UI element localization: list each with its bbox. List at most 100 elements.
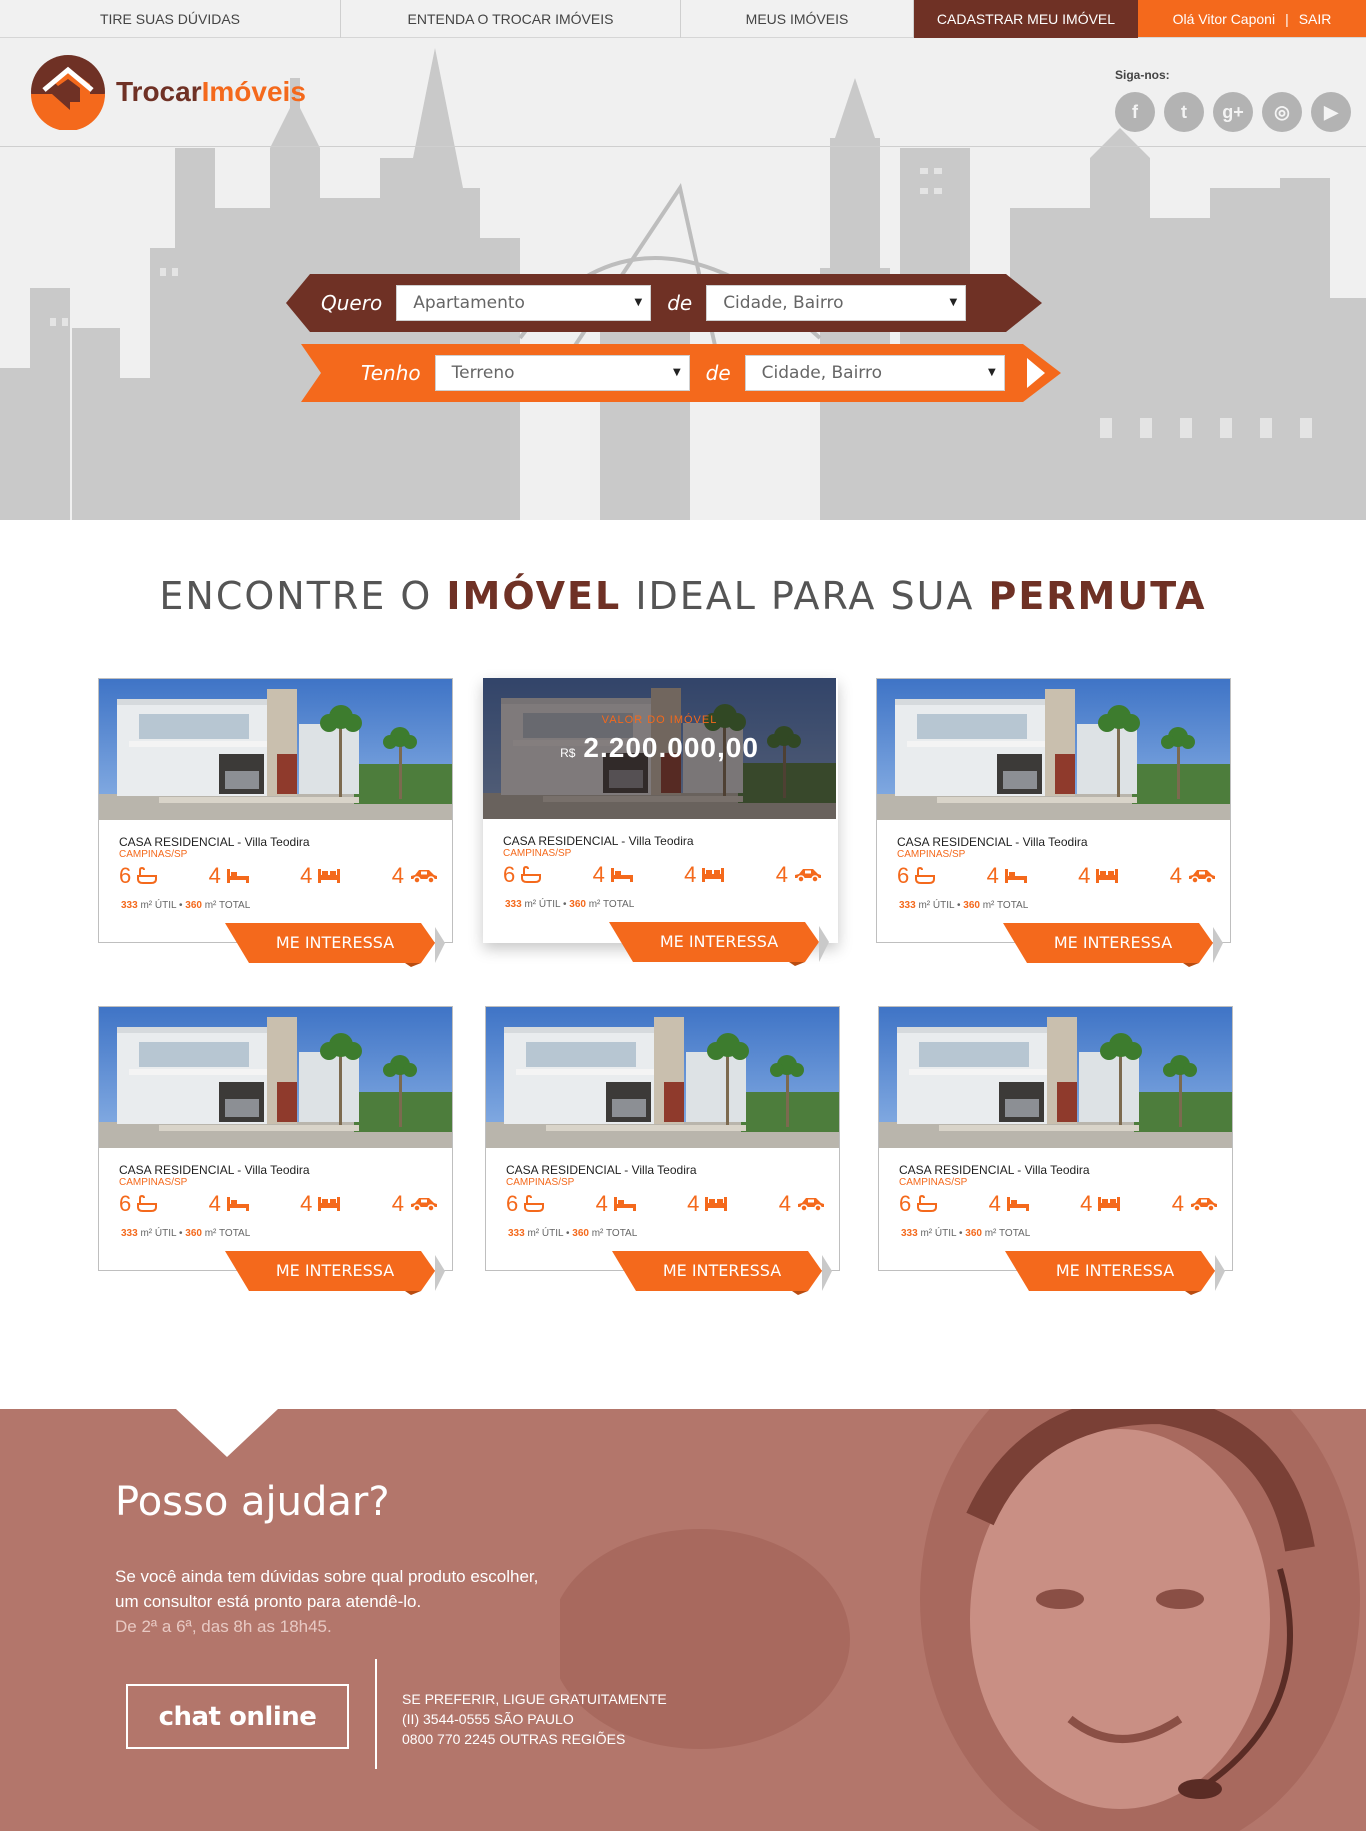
help-section: Posso ajudar? Se você ainda tem dúvidas …: [0, 1409, 1366, 1831]
property-title[interactable]: CASA RESIDENCIAL - Villa Teodira: [119, 1163, 310, 1177]
user-menu: Olá Vitor Caponi | SAIR: [1138, 0, 1366, 37]
top-navigation: TIRE SUAS DÚVIDAS ENTENDA O TROCAR IMÓVE…: [0, 0, 1366, 38]
chevron-down-icon: ▼: [672, 367, 681, 378]
single-bed-icon: [1006, 1197, 1029, 1211]
property-card[interactable]: CASA RESIDENCIAL - Villa Teodira CAMPINA…: [878, 1006, 1233, 1295]
instagram-icon[interactable]: ◎: [1262, 92, 1302, 132]
want-type-value: Apartamento: [413, 293, 525, 313]
area-total-unit: m² TOTAL: [201, 900, 251, 911]
property-specs: 6 4 4 4: [503, 862, 823, 888]
brand-name: TrocarImóveis: [116, 76, 306, 108]
single-bed-icon: [610, 868, 633, 882]
property-title[interactable]: CASA RESIDENCIAL - Villa Teodira: [503, 834, 694, 848]
brand-name-part2: Imóveis: [201, 76, 306, 107]
rooms-count: 4: [208, 1191, 221, 1216]
help-title: Posso ajudar?: [115, 1479, 390, 1525]
spec-bedrooms: 4: [1078, 863, 1119, 889]
double-bed-icon: [705, 1197, 728, 1211]
property-photo[interactable]: [99, 1007, 452, 1148]
phone-other-regions[interactable]: 0800 770 2245 OUTRAS REGIÕES: [402, 1731, 625, 1747]
spec-bathrooms: 6: [119, 863, 158, 889]
property-card[interactable]: CASA RESIDENCIAL - Villa Teodira CAMPINA…: [876, 678, 1231, 967]
property-card[interactable]: CASA RESIDENCIAL - Villa Teodira CAMPINA…: [485, 1006, 840, 1295]
have-location-select[interactable]: Cidade, Bairro ▼: [744, 355, 1005, 391]
chat-online-button[interactable]: chat online: [126, 1684, 349, 1749]
property-name: - Villa Teodira: [1013, 1163, 1090, 1177]
interest-button-label: ME INTERESSA: [662, 1261, 782, 1280]
want-label: Quero: [321, 291, 383, 315]
property-title[interactable]: CASA RESIDENCIAL - Villa Teodira: [899, 1163, 1090, 1177]
have-type-select[interactable]: Terreno ▼: [434, 355, 690, 391]
single-bed-icon: [226, 1197, 249, 1211]
spec-rooms: 4: [989, 1191, 1030, 1217]
property-name: - Villa Teodira: [233, 835, 310, 849]
property-title[interactable]: CASA RESIDENCIAL - Villa Teodira: [897, 835, 1088, 849]
property-name: - Villa Teodira: [617, 834, 694, 848]
property-photo[interactable]: [99, 679, 452, 820]
rooms-count: 4: [208, 863, 221, 888]
brand-logo[interactable]: TrocarImóveis: [30, 54, 306, 130]
property-title[interactable]: CASA RESIDENCIAL - Villa Teodira: [119, 835, 310, 849]
area-util-unit: m² ÚTIL •: [521, 899, 570, 910]
property-city: CAMPINAS/SP: [899, 1177, 968, 1188]
property-photo[interactable]: [486, 1007, 839, 1148]
want-type-select[interactable]: Apartamento ▼: [396, 285, 652, 321]
area-util-unit: m² ÚTIL •: [917, 1228, 966, 1239]
have-search-ribbon: Tenho Terreno ▼ de Cidade, Bairro ▼: [301, 344, 1061, 402]
bedrooms-count: 4: [300, 1191, 313, 1216]
property-photo[interactable]: [877, 679, 1230, 820]
property-area: 333 m² ÚTIL • 360 m² TOTAL: [121, 900, 250, 911]
area-util-value: 333: [121, 900, 138, 911]
spec-bedrooms: 4: [687, 1191, 728, 1217]
want-location-value: Cidade, Bairro: [723, 293, 844, 313]
garage-count: 4: [391, 1191, 404, 1216]
property-photo[interactable]: VALOR DO IMÓVEL R$ 2.200.000,00: [483, 678, 836, 819]
interest-button[interactable]: ME INTERESSA: [1005, 1251, 1225, 1295]
nav-about-link[interactable]: ENTENDA O TROCAR IMÓVEIS: [341, 0, 681, 38]
user-greeting[interactable]: Olá Vitor Caponi: [1173, 11, 1275, 27]
bedrooms-count: 4: [687, 1191, 700, 1216]
property-city: CAMPINAS/SP: [119, 1177, 188, 1188]
property-photo[interactable]: [879, 1007, 1232, 1148]
nav-my-properties-link[interactable]: MEUS IMÓVEIS: [681, 0, 914, 38]
car-icon: [1190, 1198, 1217, 1212]
twitter-icon[interactable]: t: [1164, 92, 1204, 132]
want-location-select[interactable]: Cidade, Bairro ▼: [706, 285, 967, 321]
nav-faq-link[interactable]: TIRE SUAS DÚVIDAS: [0, 0, 341, 38]
header-divider: [0, 146, 1366, 147]
nav-register-property-button[interactable]: CADASTRAR MEU IMÓVEL: [914, 0, 1138, 38]
property-specs: 6 4 4 4: [897, 863, 1217, 889]
car-icon: [410, 1198, 437, 1212]
property-card[interactable]: CASA RESIDENCIAL - Villa Teodira CAMPINA…: [98, 678, 453, 967]
help-description-line2: um consultor está pronto para atendê-lo.: [115, 1592, 422, 1611]
interest-button[interactable]: ME INTERESSA: [612, 1251, 832, 1295]
interest-button[interactable]: ME INTERESSA: [609, 922, 829, 966]
area-total-value: 360: [965, 1228, 982, 1239]
youtube-icon[interactable]: ▶: [1311, 92, 1351, 132]
car-icon: [797, 1198, 824, 1212]
area-util-value: 333: [121, 1228, 138, 1239]
bathtub-icon: [524, 1195, 545, 1212]
facebook-icon[interactable]: f: [1115, 92, 1155, 132]
logout-link[interactable]: SAIR: [1299, 11, 1332, 27]
phone-intro: SE PREFERIR, LIGUE GRATUITAMENTE: [402, 1691, 667, 1707]
interest-button[interactable]: ME INTERESSA: [1003, 923, 1223, 967]
bedrooms-count: 4: [1078, 863, 1091, 888]
double-bed-icon: [318, 869, 341, 883]
house-photo-image: [99, 1007, 452, 1148]
google-plus-icon[interactable]: g+: [1213, 92, 1253, 132]
spec-garage: 4: [1172, 1191, 1219, 1217]
property-card[interactable]: VALOR DO IMÓVEL R$ 2.200.000,00 CASA RESID…: [483, 678, 838, 966]
area-util-unit: m² ÚTIL •: [137, 900, 186, 911]
spec-garage: 4: [1170, 863, 1217, 889]
property-card[interactable]: CASA RESIDENCIAL - Villa Teodira CAMPINA…: [98, 1006, 453, 1295]
search-submit-arrow-icon[interactable]: [1017, 344, 1061, 402]
interest-button[interactable]: ME INTERESSA: [225, 923, 445, 967]
interest-button[interactable]: ME INTERESSA: [225, 1251, 445, 1295]
bedrooms-count: 4: [1080, 1191, 1093, 1216]
property-title[interactable]: CASA RESIDENCIAL - Villa Teodira: [506, 1163, 697, 1177]
area-total-value: 360: [569, 899, 586, 910]
property-specs: 6 4 4 4: [506, 1191, 826, 1217]
bathtub-icon: [917, 1195, 938, 1212]
phone-sao-paulo[interactable]: (II) 3544-0555 SÃO PAULO: [402, 1711, 574, 1727]
